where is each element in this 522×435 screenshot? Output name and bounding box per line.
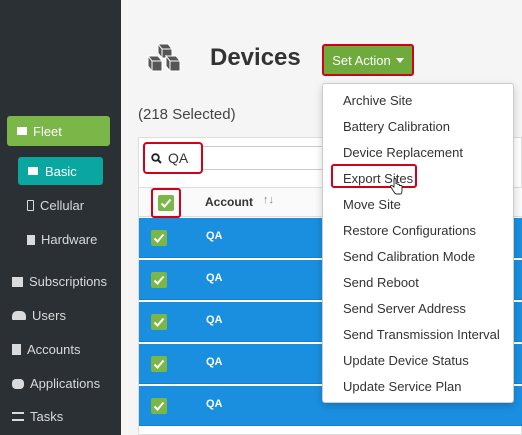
cubes-icon (146, 42, 182, 73)
sidebar-item-fleet[interactable]: Fleet (7, 116, 110, 146)
select-all-highlight (151, 188, 181, 218)
checkmark-icon (153, 317, 165, 327)
row-checkbox[interactable] (151, 272, 167, 288)
sidebar-item-label: Accounts (27, 342, 81, 357)
apps-icon (12, 378, 24, 389)
sidebar-item-label: Basic (45, 163, 77, 179)
menu-item-update-device-status[interactable]: Update Device Status (343, 353, 469, 368)
checkmark-icon (153, 233, 165, 243)
account-cell: QA (206, 398, 223, 410)
set-action-menu: Archive Site Battery Calibration Device … (322, 83, 514, 403)
sidebar-item-label: Cellular (40, 198, 85, 213)
sort-icon[interactable]: ↑↓ (263, 194, 274, 206)
menu-item-device-replacement[interactable]: Device Replacement (343, 145, 463, 160)
page-title: Devices (210, 44, 301, 71)
menu-item-update-service-plan[interactable]: Update Service Plan (343, 379, 462, 394)
row-checkbox[interactable] (151, 314, 167, 330)
tasks-icon (12, 412, 24, 421)
search-input-extension[interactable] (203, 146, 323, 170)
users-icon (12, 311, 26, 320)
menu-item-send-server-address[interactable]: Send Server Address (343, 301, 466, 316)
export-sites-highlight (331, 164, 417, 188)
sidebar-item-applications[interactable]: Applications (12, 376, 100, 391)
building-icon (12, 344, 21, 355)
truck-icon (17, 127, 27, 135)
sidebar-item-tasks[interactable]: Tasks (12, 409, 63, 424)
menu-item-send-transmission-interval[interactable]: Send Transmission Interval (343, 327, 500, 342)
account-cell: QA (206, 272, 223, 284)
sidebar-item-label: Hardware (41, 232, 98, 247)
calendar-icon (12, 276, 23, 287)
menu-item-send-calibration-mode[interactable]: Send Calibration Mode (343, 249, 475, 264)
checkmark-icon (153, 275, 165, 285)
mobile-icon (27, 200, 34, 211)
selected-count: (218 Selected) (138, 106, 236, 123)
account-cell: QA (206, 356, 223, 368)
row-checkbox[interactable] (151, 398, 167, 414)
sidebar (0, 0, 121, 435)
checkmark-icon (153, 359, 165, 369)
set-action-button[interactable]: Set Action (322, 44, 414, 76)
search-input[interactable]: QA (143, 142, 203, 174)
sidebar-item-cellular[interactable]: Cellular (27, 198, 84, 213)
row-checkbox[interactable] (151, 356, 167, 372)
menu-item-archive-site[interactable]: Archive Site (343, 93, 412, 108)
column-header-account[interactable]: Account (205, 195, 253, 209)
sidebar-item-label: Users (32, 308, 66, 323)
sidebar-item-basic[interactable]: Basic (18, 157, 103, 185)
hand-cursor-icon (390, 178, 403, 195)
account-cell: QA (206, 314, 223, 326)
menu-item-battery-calibration[interactable]: Battery Calibration (343, 119, 450, 134)
basic-icon (28, 167, 38, 175)
sidebar-item-hardware[interactable]: Hardware (27, 232, 97, 247)
search-value: QA (168, 150, 189, 166)
sidebar-item-label: Tasks (30, 409, 64, 424)
sidebar-item-label: Applications (30, 376, 101, 391)
sidebar-item-label: Fleet (33, 123, 62, 139)
set-action-label: Set Action (332, 52, 391, 68)
menu-item-send-reboot[interactable]: Send Reboot (343, 275, 419, 290)
caret-down-icon (395, 57, 404, 63)
chip-icon (27, 234, 35, 245)
account-cell: QA (206, 230, 223, 242)
checkmark-icon (153, 401, 165, 411)
sidebar-item-users[interactable]: Users (12, 308, 66, 323)
sidebar-item-accounts[interactable]: Accounts (12, 342, 80, 357)
search-icon (151, 152, 162, 164)
row-checkbox[interactable] (151, 230, 167, 246)
sidebar-item-label: Subscriptions (29, 274, 108, 289)
menu-item-move-site[interactable]: Move Site (343, 197, 401, 212)
menu-item-restore-configurations[interactable]: Restore Configurations (343, 223, 476, 238)
sidebar-item-subscriptions[interactable]: Subscriptions (12, 274, 107, 289)
